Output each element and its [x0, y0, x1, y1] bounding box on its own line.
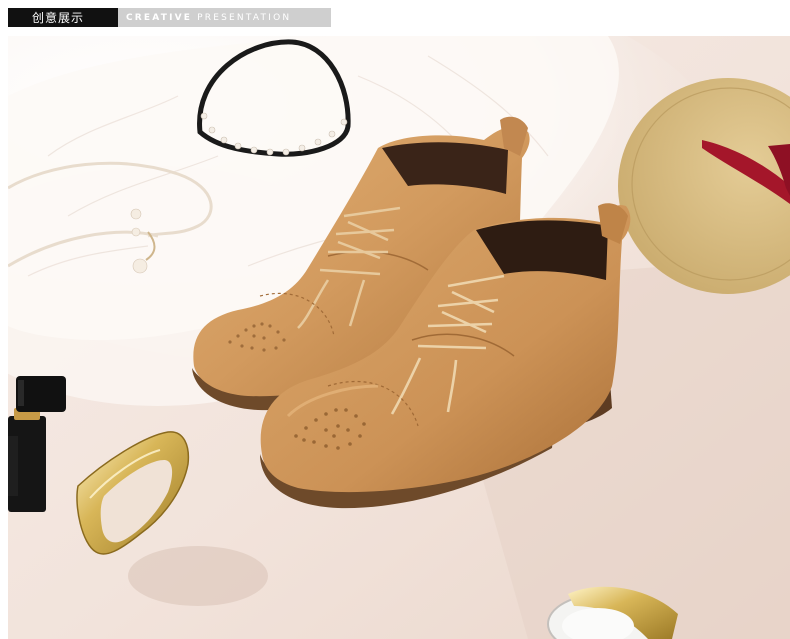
header-title-en-light: PRESENTATION — [197, 12, 292, 23]
section-header: 创意展示 CREATIVE PRESENTATION — [8, 8, 331, 27]
header-title-en: CREATIVE PRESENTATION — [118, 8, 331, 27]
header-title-cn: 创意展示 — [8, 8, 118, 27]
header-title-en-bold: CREATIVE — [126, 12, 193, 23]
product-photo — [8, 36, 790, 639]
